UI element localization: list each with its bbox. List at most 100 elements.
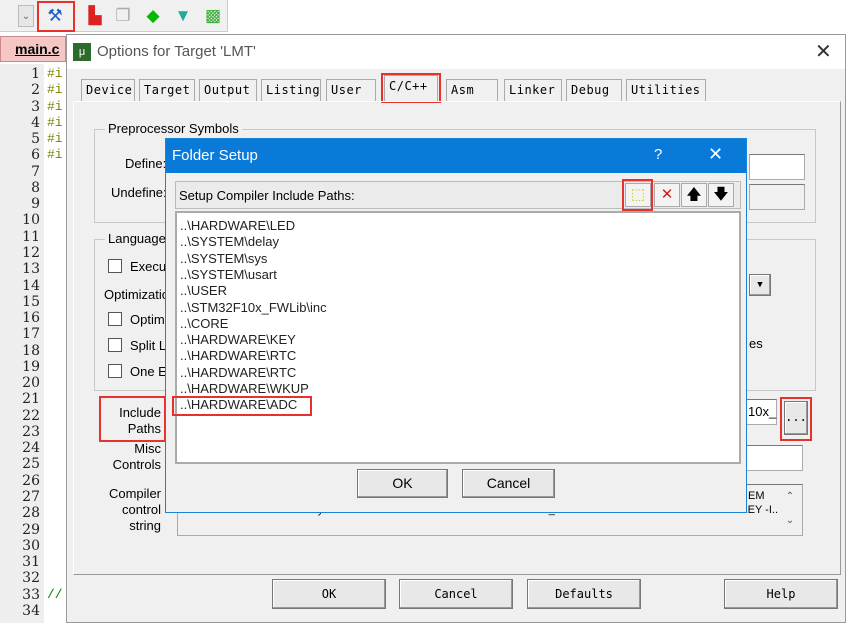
uvision-icon: μ [73, 43, 91, 61]
line-number: 1 [31, 66, 40, 82]
tab-linker[interactable]: Linker [504, 79, 562, 101]
tab-device[interactable]: Device [81, 79, 135, 101]
line-number: 30 [22, 537, 40, 554]
path-item[interactable]: ..\SYSTEM\usart [180, 267, 277, 283]
help-button[interactable]: Help [724, 579, 838, 609]
control-line: EM [748, 490, 765, 502]
stack-icon[interactable]: ❐ [112, 5, 134, 27]
split-label: Split L [130, 338, 167, 353]
group-title: Preprocessor Symbols [105, 121, 242, 136]
move-up-icon[interactable]: 🡅 [681, 183, 707, 207]
line-number: 32 [22, 570, 40, 587]
highlight-box [622, 179, 653, 211]
line-number: 2 [31, 82, 40, 99]
ok-button[interactable]: OK [272, 579, 386, 609]
path-item[interactable]: ..\HARDWARE\RTC [180, 365, 296, 381]
toolbar: ⌄ ⚒ ▙ ❐ ◆ ▼ ▩ [0, 0, 228, 32]
header-label: Setup Compiler Include Paths: [179, 188, 355, 203]
highlight-box [37, 1, 75, 32]
misc-controls-input[interactable] [745, 445, 803, 471]
line-number: 7 [31, 163, 40, 180]
path-item[interactable]: ..\HARDWARE\RTC [180, 348, 296, 364]
path-item[interactable]: ..\SYSTEM\delay [180, 234, 279, 250]
move-down-icon[interactable]: 🡇 [708, 183, 734, 207]
code-fragment: #i [47, 82, 63, 98]
line-number: 9 [31, 196, 40, 213]
one-elf-label: One E [130, 364, 167, 379]
cancel-button[interactable]: Cancel [462, 469, 555, 498]
tab-listing[interactable]: Listing [261, 79, 321, 101]
line-number: 5 [31, 131, 40, 148]
undefine-input[interactable] [749, 184, 805, 210]
compiler-control-label: Compiler control string [97, 486, 161, 534]
split-checkbox[interactable] [108, 338, 122, 352]
line-number: 12 [22, 244, 40, 261]
one-elf-checkbox[interactable] [108, 364, 122, 378]
tab-output[interactable]: Output [199, 79, 257, 101]
highlight-box [780, 397, 812, 441]
path-item[interactable]: ..\CORE [180, 316, 228, 332]
optimization-dropdown[interactable]: ▼ [749, 274, 771, 296]
define-input[interactable] [749, 154, 805, 180]
defaults-button[interactable]: Defaults [527, 579, 641, 609]
close-icon[interactable]: ✕ [708, 144, 723, 165]
diamond-icon[interactable]: ◆ [142, 5, 164, 27]
optimize-checkbox[interactable] [108, 312, 122, 326]
tab-user[interactable]: User [326, 79, 376, 101]
code-fragment: #i [47, 114, 63, 130]
delete-icon[interactable]: ✕ [654, 183, 680, 207]
path-item[interactable]: ..\HARDWARE\KEY [180, 332, 296, 348]
line-number: 6 [31, 147, 40, 164]
code-fragment: #i [47, 66, 63, 81]
path-item[interactable]: ..\HARDWARE\LED [180, 218, 295, 234]
code-fragment: #i [47, 147, 63, 163]
title-bar: Folder Setup ? ✕ [166, 139, 746, 173]
component-icon[interactable]: ▙ [84, 5, 106, 27]
scrollbar[interactable]: ⌃ ⌄ [778, 485, 802, 535]
highlight-box [381, 73, 441, 103]
funnel-icon[interactable]: ▼ [172, 5, 194, 27]
highlight-box [172, 396, 312, 417]
line-number: 28 [22, 505, 40, 522]
line-number: 31 [22, 554, 40, 571]
comment-fragment: // [47, 586, 63, 602]
close-icon[interactable]: ✕ [815, 39, 832, 64]
dropdown-icon[interactable]: ⌄ [18, 5, 34, 27]
optimize-label: Optimi [130, 312, 168, 327]
execute-checkbox[interactable] [108, 259, 122, 273]
line-number: 3 [31, 98, 40, 115]
line-number: 34 [22, 602, 40, 619]
ok-button[interactable]: OK [357, 469, 448, 498]
editor-tab[interactable]: main.c [0, 36, 66, 62]
tab-debug[interactable]: Debug [566, 79, 622, 101]
include-path-list[interactable]: ..\HARDWARE\LED ..\SYSTEM\delay ..\SYSTEM\… [172, 211, 741, 464]
cancel-button[interactable]: Cancel [399, 579, 513, 609]
label-line: string [129, 518, 161, 533]
pack-icon[interactable]: ▩ [202, 5, 224, 27]
line-number: 24 [22, 440, 40, 457]
highlight-box [99, 396, 166, 442]
line-number: 14 [22, 277, 40, 294]
line-number: 16 [22, 310, 40, 327]
label-line: control [121, 502, 161, 517]
code-fragment: #i [47, 98, 63, 114]
tab-asm[interactable]: Asm [446, 79, 498, 101]
dialog-title: Options for Target 'LMT' [97, 43, 256, 60]
line-number: 17 [22, 326, 40, 343]
line-number: 15 [22, 293, 40, 310]
path-item[interactable]: ..\USER [180, 283, 227, 299]
path-item[interactable]: ..\STM32F10x_FWLib\inc [180, 300, 327, 316]
label-line: Controls [112, 457, 161, 472]
help-icon[interactable]: ? [654, 146, 662, 163]
tab-utilities[interactable]: Utilities [626, 79, 706, 101]
undefine-label: Undefine: [111, 185, 167, 200]
group-title: Language [105, 231, 169, 246]
include-paths-input[interactable]: 10x_ [745, 399, 777, 425]
code-fragment: #i [47, 131, 63, 147]
define-label: Define: [125, 156, 167, 171]
path-item[interactable]: ..\HARDWARE\WKUP [180, 381, 309, 397]
path-item[interactable]: ..\SYSTEM\sys [180, 251, 267, 267]
folder-setup-dialog: Folder Setup ? ✕ Setup Compiler Include … [165, 138, 747, 513]
line-number: 33 [22, 586, 40, 603]
tab-target[interactable]: Target [139, 79, 195, 101]
